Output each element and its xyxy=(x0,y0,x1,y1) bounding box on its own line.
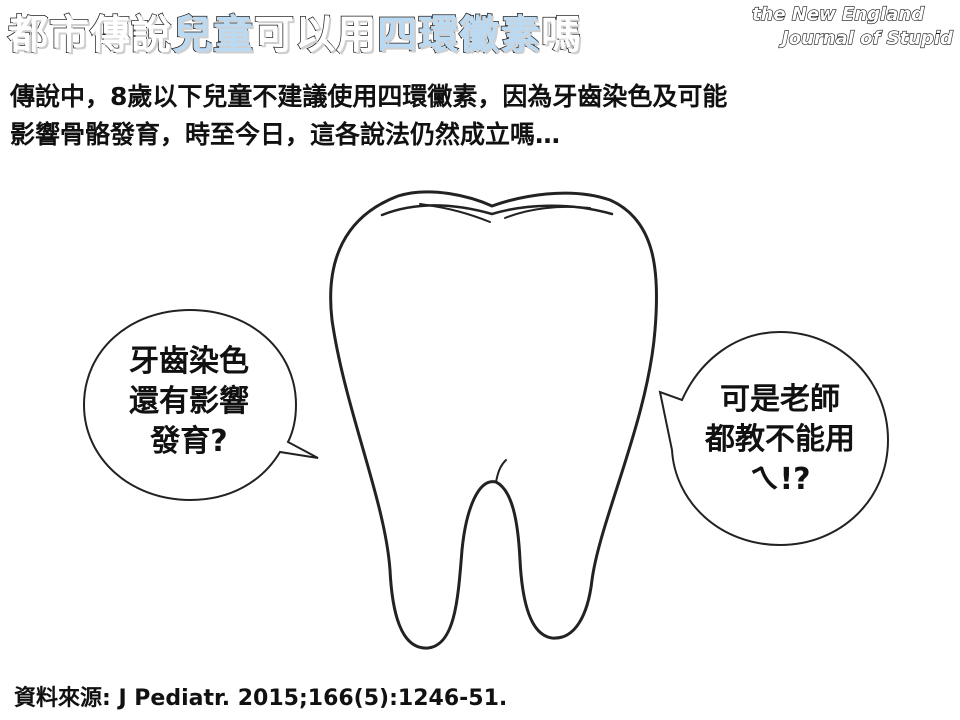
source-citation: 資料來源: J Pediatr. 2015;166(5):1246-51. xyxy=(14,686,508,711)
bubble-left-line-3: 發育? xyxy=(150,424,228,459)
bubble-right-line-3: ㄟ!? xyxy=(749,462,811,497)
bubble-left-text: 牙齒染色 還有影響 發育? xyxy=(104,342,274,462)
bubble-right-line-1: 可是老師 xyxy=(720,382,840,417)
bubble-left-line-2: 還有影響 xyxy=(129,384,249,419)
bubble-right-line-2: 都教不能用 xyxy=(705,422,855,457)
tooth-outline xyxy=(329,190,658,650)
bubble-right-text: 可是老師 都教不能用 ㄟ!? xyxy=(680,380,880,500)
bubble-left-line-1: 牙齒染色 xyxy=(129,344,249,379)
